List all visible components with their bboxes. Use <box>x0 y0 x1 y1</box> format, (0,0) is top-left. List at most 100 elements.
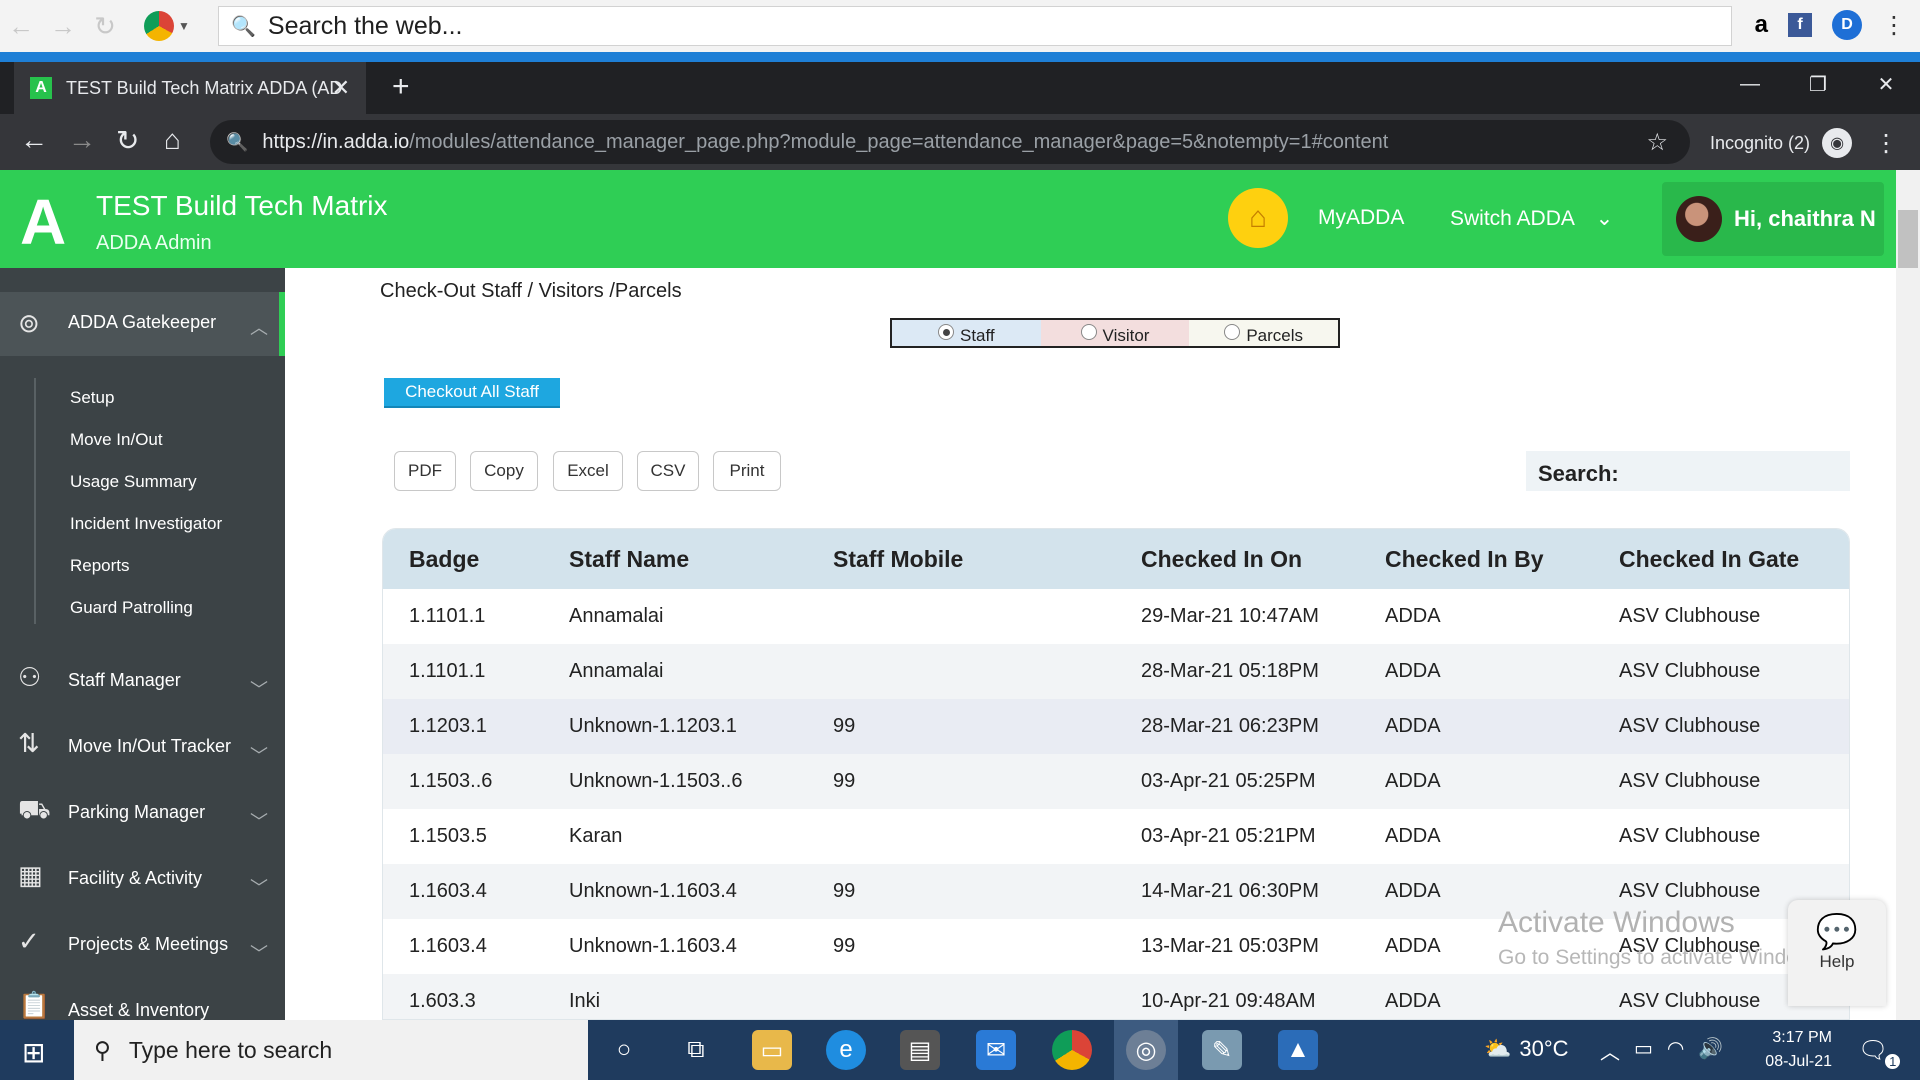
column-header-badge[interactable]: Badge <box>383 529 569 589</box>
vertical-scrollbar[interactable] <box>1896 170 1920 1020</box>
myadda-link[interactable]: MyADDA <box>1318 206 1404 230</box>
sidebar-subitem-guard-patrolling[interactable]: Guard Patrolling <box>70 598 193 618</box>
table-row[interactable]: 1.1101.1 Annamalai 29-Mar-21 10:47AM ADD… <box>383 589 1849 644</box>
column-header-checked-in-gate[interactable]: Checked In Gate <box>1619 529 1849 589</box>
battery-icon[interactable]: ▭ <box>1634 1036 1653 1065</box>
new-tab-icon[interactable]: + <box>392 70 410 104</box>
taskbar-search[interactable]: ⚲ Type here to search <box>74 1020 588 1080</box>
menu-icon[interactable]: ⋮ <box>1874 129 1898 158</box>
chevron-up-icon[interactable]: ︿ <box>1600 1036 1620 1065</box>
mail-icon[interactable]: ✉ <box>976 1030 1016 1070</box>
activate-windows-subtitle: Go to Settings to activate Windows. <box>1498 946 1830 970</box>
incognito-indicator[interactable]: Incognito (2) ◉ ⋮ <box>1710 128 1898 158</box>
profile-icon[interactable]: D <box>1832 10 1862 40</box>
restore-icon[interactable]: ❐ <box>1784 62 1852 106</box>
table-row[interactable]: 1.1101.1 Annamalai 28-Mar-21 05:18PM ADD… <box>383 644 1849 699</box>
column-header-checked-in-by[interactable]: Checked In By <box>1385 529 1619 589</box>
reload-icon[interactable]: ↻ <box>84 11 126 42</box>
user-greeting[interactable]: Hi, chaithra N <box>1734 206 1876 232</box>
table-row[interactable]: 1.1503..6 Unknown-1.1503..6 99 03-Apr-21… <box>383 754 1849 809</box>
radio-visitor[interactable]: Visitor <box>1041 320 1190 346</box>
web-search-input[interactable]: Search the web... <box>268 12 463 41</box>
store-icon[interactable]: ▤ <box>900 1030 940 1070</box>
close-icon[interactable]: ✕ <box>332 75 350 101</box>
table-row[interactable]: 1.1503.5 Karan 03-Apr-21 05:21PM ADDA AS… <box>383 809 1849 864</box>
notification-icon[interactable]: 🗨 1 <box>1858 1036 1910 1065</box>
forward-icon[interactable]: → <box>68 124 96 156</box>
avatar[interactable] <box>1676 196 1722 242</box>
help-button[interactable]: 💬 Help <box>1788 900 1886 1006</box>
chevron-down-icon[interactable]: ▼ <box>178 19 190 33</box>
sidebar-item-projects-meetings[interactable]: ✓ Projects & Meetings ﹀ <box>0 920 285 970</box>
windows-start-icon[interactable]: ⊞ <box>22 1036 45 1069</box>
minimize-icon[interactable]: — <box>1716 62 1784 106</box>
sidebar-subitem-usage-summary[interactable]: Usage Summary <box>70 472 197 492</box>
pdf-button[interactable]: PDF <box>394 451 456 491</box>
weather-widget[interactable]: ⛅ 30°C <box>1484 1036 1569 1062</box>
home-icon[interactable]: ⌂ <box>164 124 181 156</box>
cell-staff-name: Annamalai <box>569 589 833 644</box>
sidebar-item-asset-inventory[interactable]: 📋 Asset & Inventory <box>0 986 285 1020</box>
notification-glyph: 🗨 <box>1858 1037 1888 1064</box>
radio-button[interactable] <box>1224 324 1240 340</box>
sidebar-item-move-in-out-tracker[interactable]: ⇅ Move In/Out Tracker ﹀ <box>0 722 285 772</box>
clock[interactable]: 3:17 PM 08-Jul-21 <box>1752 1026 1832 1074</box>
close-window-icon[interactable]: ✕ <box>1852 62 1920 106</box>
cortana-icon[interactable]: ○ <box>604 1030 644 1070</box>
window-controls: — ❐ ✕ <box>1716 62 1920 106</box>
forward-icon[interactable]: → <box>42 11 84 42</box>
building-icon[interactable]: ⌂ <box>1228 188 1288 248</box>
copy-button[interactable]: Copy <box>470 451 538 491</box>
chrome-logo-icon[interactable] <box>144 11 174 41</box>
photos-icon[interactable]: ▲ <box>1278 1030 1318 1070</box>
back-icon[interactable]: ← <box>0 11 42 42</box>
amazon-icon[interactable]: a <box>1755 11 1768 39</box>
sidebar-subitem-incident-investigator[interactable]: Incident Investigator <box>70 514 222 534</box>
radio-parcels[interactable]: Parcels <box>1189 320 1338 346</box>
scrollbar-thumb[interactable] <box>1898 210 1918 268</box>
url-box[interactable]: 🔍 https://in.adda.io/modules/attendance_… <box>210 120 1690 164</box>
sidebar-item-facility-activity[interactable]: ▦ Facility & Activity ﹀ <box>0 854 285 904</box>
facebook-icon[interactable]: f <box>1788 13 1812 37</box>
sidebar-subitem-move-in-out[interactable]: Move In/Out <box>70 430 163 450</box>
web-search-box[interactable]: 🔍 Search the web... <box>218 6 1732 46</box>
excel-button[interactable]: Excel <box>553 451 623 491</box>
checkout-all-staff-button[interactable]: Checkout All Staff <box>384 378 560 408</box>
reload-icon[interactable]: ↻ <box>116 124 139 157</box>
chevron-down-icon: ﹀ <box>250 676 268 702</box>
task-view-icon[interactable]: ⧉ <box>676 1030 716 1070</box>
print-button[interactable]: Print <box>713 451 781 491</box>
sidebar-item-staff-manager[interactable]: ⚇ Staff Manager ﹀ <box>0 656 285 706</box>
adda-subtitle: ADDA Admin <box>96 232 212 255</box>
star-icon[interactable]: ☆ <box>1646 128 1668 157</box>
file-explorer-icon[interactable]: ▭ <box>752 1030 792 1070</box>
radio-button-selected[interactable] <box>938 324 954 340</box>
table-search-input[interactable] <box>1626 455 1846 487</box>
radio-staff[interactable]: Staff <box>892 320 1041 346</box>
wifi-icon[interactable]: ◠ <box>1667 1036 1684 1065</box>
table-row[interactable]: 1.603.3 Inki 10-Apr-21 09:48AM ADDA ASV … <box>383 974 1849 1020</box>
chrome-icon[interactable] <box>1052 1030 1092 1070</box>
switch-adda-dropdown[interactable]: Switch ADDA ⌄ <box>1450 206 1613 231</box>
column-header-staff-name[interactable]: Staff Name <box>569 529 833 589</box>
table-row[interactable]: 1.1203.1 Unknown-1.1203.1 99 28-Mar-21 0… <box>383 699 1849 754</box>
back-icon[interactable]: ← <box>20 124 48 156</box>
taskbar-search-input[interactable]: Type here to search <box>129 1037 332 1064</box>
notes-app-icon[interactable]: ✎ <box>1202 1030 1242 1070</box>
menu-icon[interactable]: ⋮ <box>1882 11 1906 40</box>
chrome-incognito-icon[interactable]: ◎ <box>1126 1030 1166 1070</box>
sidebar-subitem-setup[interactable]: Setup <box>70 388 114 408</box>
edge-icon[interactable]: e <box>826 1030 866 1070</box>
sidebar-item-adda-gatekeeper[interactable]: ⊚ ADDA Gatekeeper ︿ <box>0 292 285 356</box>
volume-icon[interactable]: 🔊 <box>1698 1036 1723 1065</box>
radio-button[interactable] <box>1081 324 1097 340</box>
csv-button[interactable]: CSV <box>637 451 699 491</box>
column-header-staff-mobile[interactable]: Staff Mobile <box>833 529 1141 589</box>
sidebar-item-parking-manager[interactable]: ⛟ Parking Manager ﹀ <box>0 788 285 838</box>
browser-tab[interactable]: A TEST Build Tech Matrix ADDA (AD ✕ <box>14 62 366 114</box>
adda-logo-icon[interactable]: A <box>20 192 66 252</box>
sidebar-subitem-reports[interactable]: Reports <box>70 556 130 576</box>
cell-checked-in-gate: ASV Clubhouse <box>1619 699 1849 754</box>
system-tray: ︿ ▭ ◠ 🔊 <box>1600 1036 1723 1065</box>
column-header-checked-in-on[interactable]: Checked In On <box>1141 529 1385 589</box>
